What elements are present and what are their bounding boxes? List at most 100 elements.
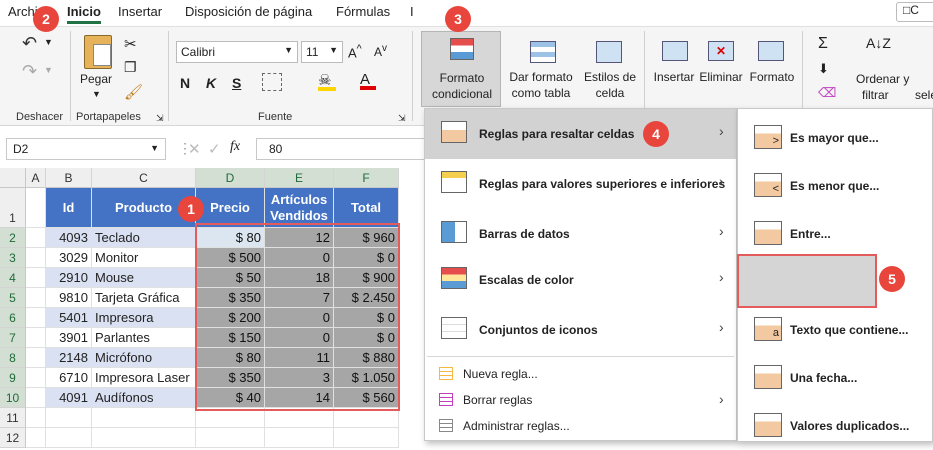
underline-button[interactable]: S xyxy=(232,75,241,91)
empty-cell[interactable] xyxy=(26,368,46,388)
column-header-c[interactable]: C xyxy=(92,168,196,188)
empty-cell[interactable] xyxy=(26,188,46,228)
fill-color-icon[interactable]: ☠ xyxy=(318,71,336,91)
fill-icon[interactable]: ⬇ xyxy=(818,61,829,77)
row-header-7[interactable]: 7 xyxy=(0,328,26,348)
empty-cell[interactable] xyxy=(334,408,399,428)
row-header-3[interactable]: 3 xyxy=(0,248,26,268)
table-cell[interactable]: Monitor xyxy=(92,248,196,268)
table-cell[interactable]: Parlantes xyxy=(92,328,196,348)
format-as-table-button[interactable]: Dar formato como tabla xyxy=(504,31,578,107)
empty-cell[interactable] xyxy=(26,408,46,428)
font-size-select[interactable]: 11 ▼ xyxy=(301,41,343,63)
sort-filter-label-1[interactable]: Ordenar y xyxy=(856,71,909,87)
tab-formulas[interactable]: Fórmulas xyxy=(336,4,390,19)
name-box[interactable]: D2 ▼ xyxy=(6,138,166,160)
column-header-e[interactable]: E xyxy=(265,168,334,188)
empty-cell[interactable] xyxy=(196,428,265,448)
comment-button[interactable]: □C xyxy=(896,2,933,22)
dialog-launcher-icon[interactable]: ⇲ xyxy=(398,113,406,124)
menu-item-2[interactable]: Barras de datos › xyxy=(425,209,736,257)
empty-cell[interactable] xyxy=(26,288,46,308)
table-cell[interactable]: 3901 xyxy=(46,328,92,348)
submenu-item-5[interactable]: Una fecha... xyxy=(738,355,932,399)
font-color-icon[interactable]: A xyxy=(360,71,376,90)
table-cell[interactable]: Mouse xyxy=(92,268,196,288)
table-cell[interactable]: 4093 xyxy=(46,228,92,248)
empty-cell[interactable] xyxy=(26,308,46,328)
column-header-b[interactable]: B xyxy=(46,168,92,188)
row-header-8[interactable]: 8 xyxy=(0,348,26,368)
column-header-d[interactable]: D xyxy=(196,168,265,188)
tab-disposicion[interactable]: Disposición de página xyxy=(185,4,312,19)
empty-cell[interactable] xyxy=(26,248,46,268)
menu-small-item-0[interactable]: Nueva regla... xyxy=(425,363,736,387)
empty-cell[interactable] xyxy=(46,428,92,448)
insert-cells-button[interactable]: Insertar xyxy=(650,31,698,107)
table-cell[interactable]: Teclado xyxy=(92,228,196,248)
table-cell[interactable]: 2148 xyxy=(46,348,92,368)
formula-input[interactable]: 80 xyxy=(256,138,426,160)
paste-button[interactable]: Pegar xyxy=(80,71,112,87)
table-header-cell[interactable]: Precio xyxy=(196,188,265,228)
undo-icon[interactable]: ↶ xyxy=(22,33,37,54)
table-cell[interactable]: 6710 xyxy=(46,368,92,388)
select-all-corner[interactable] xyxy=(0,168,26,188)
copy-icon[interactable]: ❐ xyxy=(124,59,137,76)
increase-font-icon[interactable]: A^ xyxy=(348,43,362,60)
empty-cell[interactable] xyxy=(265,408,334,428)
submenu-item-6[interactable]: Valores duplicados... xyxy=(738,403,932,447)
empty-cell[interactable] xyxy=(26,268,46,288)
paste-icon[interactable] xyxy=(84,35,112,69)
empty-cell[interactable] xyxy=(26,388,46,408)
cell-styles-button[interactable]: Estilos de celda xyxy=(580,31,640,107)
table-cell[interactable]: 2910 xyxy=(46,268,92,288)
cancel-icon[interactable]: ✕ xyxy=(188,140,201,158)
table-cell[interactable]: 3029 xyxy=(46,248,92,268)
clear-icon[interactable]: ⌫ xyxy=(818,85,836,101)
empty-cell[interactable] xyxy=(196,408,265,428)
menu-item-1[interactable]: Reglas para valores superiores e inferio… xyxy=(425,159,736,207)
chevron-down-icon[interactable]: ▼ xyxy=(44,37,53,47)
row-header-11[interactable]: 11 xyxy=(0,408,26,428)
column-header-a[interactable]: A xyxy=(26,168,46,188)
dialog-launcher-icon[interactable]: ⇲ xyxy=(156,113,164,124)
empty-cell[interactable] xyxy=(26,428,46,448)
italic-button[interactable]: K xyxy=(206,75,216,91)
conditional-formatting-button[interactable]: Formato condicional xyxy=(421,31,501,107)
menu-item-3[interactable]: Escalas de color › xyxy=(425,255,736,303)
submenu-item-1[interactable]: < Es menor que... xyxy=(738,163,932,207)
table-cell[interactable]: Audífonos xyxy=(92,388,196,408)
empty-cell[interactable] xyxy=(265,428,334,448)
delete-cells-button[interactable]: ✕ Eliminar xyxy=(698,31,744,107)
table-header-cell[interactable]: Total xyxy=(334,188,399,228)
empty-cell[interactable] xyxy=(92,408,196,428)
row-header-5[interactable]: 5 xyxy=(0,288,26,308)
submenu-item-2[interactable]: Entre... xyxy=(738,211,932,255)
table-cell[interactable]: Tarjeta Gráfica xyxy=(92,288,196,308)
menu-item-0[interactable]: Reglas para resaltar celdas › xyxy=(425,109,736,157)
select-label[interactable]: sele xyxy=(915,87,933,103)
column-header-f[interactable]: F xyxy=(334,168,399,188)
tab-insertar[interactable]: Insertar xyxy=(118,4,162,19)
table-cell[interactable]: Impresora Laser xyxy=(92,368,196,388)
decrease-font-icon[interactable]: Av xyxy=(374,43,387,59)
tab-more[interactable]: I xyxy=(410,4,414,19)
menu-small-item-2[interactable]: Administrar reglas... xyxy=(425,415,736,439)
table-header-cell[interactable]: Artículos Vendidos xyxy=(265,188,334,228)
menu-small-item-1[interactable]: Borrar reglas › xyxy=(425,389,736,413)
table-header-cell[interactable]: Id xyxy=(46,188,92,228)
empty-cell[interactable] xyxy=(26,228,46,248)
menu-item-4[interactable]: Conjuntos de iconos › xyxy=(425,305,736,353)
format-painter-icon[interactable]: 🖌 xyxy=(124,83,143,101)
empty-cell[interactable] xyxy=(26,348,46,368)
sort-filter-label-2[interactable]: filtrar xyxy=(862,87,889,103)
empty-cell[interactable] xyxy=(334,428,399,448)
chevron-down-icon[interactable]: ▼ xyxy=(92,89,101,99)
format-cells-button[interactable]: Formato xyxy=(746,31,798,107)
bold-button[interactable]: N xyxy=(180,75,190,91)
table-cell[interactable]: 4091 xyxy=(46,388,92,408)
row-header-10[interactable]: 10 xyxy=(0,388,26,408)
table-cell[interactable]: Micrófono xyxy=(92,348,196,368)
row-header-4[interactable]: 4 xyxy=(0,268,26,288)
